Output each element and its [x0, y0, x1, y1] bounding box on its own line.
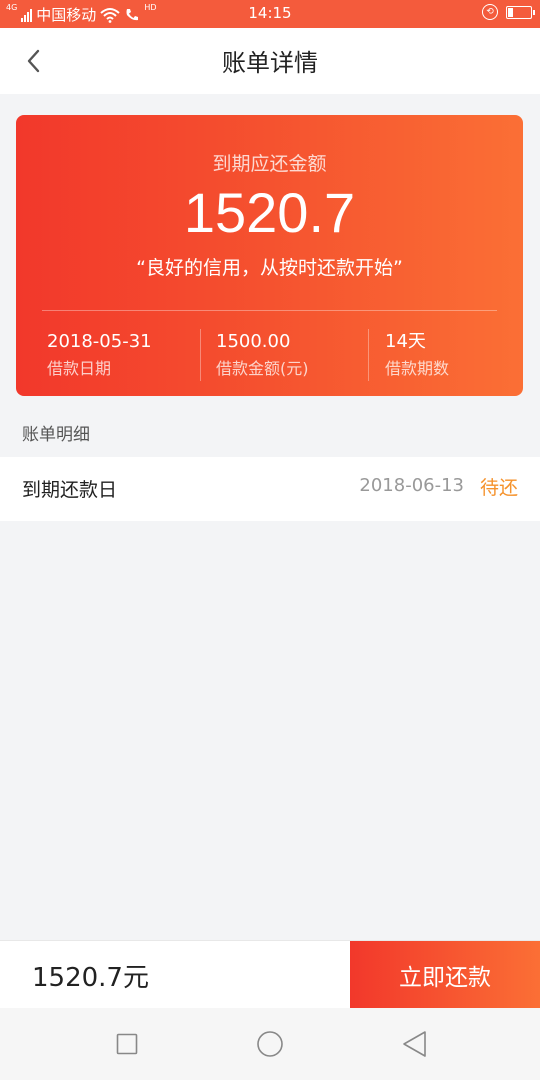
back-arrow-icon: [27, 49, 40, 73]
stat-label: 借款金额(元): [216, 359, 309, 378]
network-type: 4G: [6, 3, 18, 12]
stat-value: 14天: [385, 331, 426, 352]
system-nav-bar: [0, 1008, 540, 1080]
page-title: 账单详情: [222, 49, 318, 77]
due-date-value: 2018-06-13: [359, 475, 464, 496]
due-amount: 1520.7: [183, 181, 356, 244]
battery-icon: [506, 5, 535, 19]
credit-slogan: “良好的信用，从按时还款开始”: [136, 257, 403, 279]
stat-label: 借款期数: [385, 359, 450, 378]
list-item-due-date[interactable]: 到期还款日 2018-06-13 待还: [0, 457, 540, 521]
wifi-icon: [100, 7, 120, 23]
call-icon: [126, 8, 139, 20]
stat-loan-amount: 1500.00 借款金额(元): [216, 331, 309, 380]
lock-rotation-icon: ⟲: [482, 4, 498, 20]
hd-badge: HD: [144, 3, 157, 12]
circle-nav-icon: [257, 1031, 283, 1057]
back-button[interactable]: [14, 42, 52, 80]
recent-apps-button[interactable]: [111, 1028, 143, 1060]
stat-label: 借款日期: [47, 359, 112, 378]
status-left: 4G 中国移动 HD: [6, 4, 157, 25]
status-badge: 待还: [479, 477, 518, 499]
header: 账单详情: [0, 28, 540, 94]
carrier-name: 中国移动: [36, 6, 97, 24]
due-date-label: 到期还款日: [22, 479, 118, 501]
back-nav-button[interactable]: [398, 1028, 430, 1060]
triangle-nav-icon: [403, 1031, 426, 1057]
summary-card: 到期应还金额 1520.7 “良好的信用，从按时还款开始” 2018-05-31…: [16, 115, 523, 396]
stat-value: 2018-05-31: [47, 331, 152, 352]
card-divider: [42, 310, 497, 311]
home-button[interactable]: [254, 1028, 286, 1060]
signal-icon: [21, 8, 33, 22]
stat-divider: [200, 329, 201, 381]
repay-now-button[interactable]: 立即还款: [350, 941, 540, 1009]
section-title: 账单明细: [22, 425, 90, 445]
stat-divider: [368, 329, 369, 381]
total-amount: 1520.7元: [32, 963, 149, 993]
status-right: ⟲: [482, 4, 535, 20]
stat-value: 1500.00: [216, 331, 291, 352]
due-amount-label: 到期应还金额: [212, 153, 327, 175]
stat-loan-date: 2018-05-31 借款日期: [47, 331, 152, 380]
bottom-bar: 1520.7元 立即还款: [0, 940, 540, 1009]
stat-loan-term: 14天 借款期数: [385, 331, 449, 380]
status-bar: 4G 中国移动 HD 14:15 ⟲: [0, 0, 540, 28]
square-nav-icon: [116, 1033, 138, 1055]
